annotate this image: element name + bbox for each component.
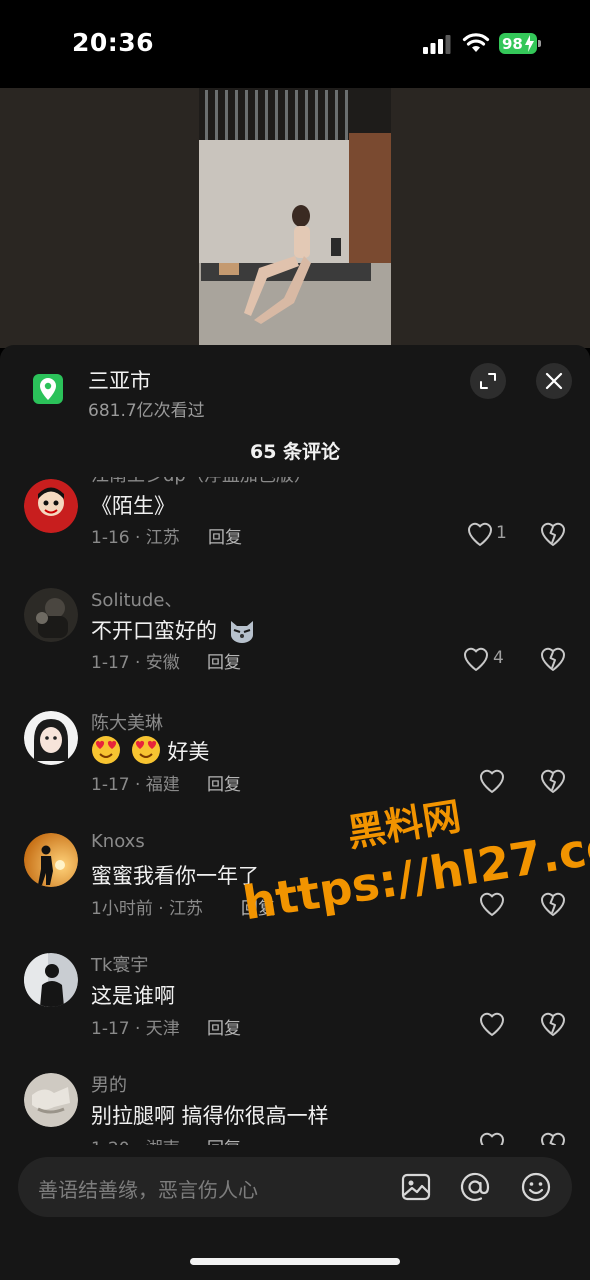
comment-item: 江南王彡dp（浮盖加色版） 《陌生》 1-16 · 江苏 回复 1: [0, 477, 590, 575]
expand-button[interactable]: [470, 363, 506, 399]
comment-item: 男的 别拉腿啊 搞得你很高一样 1-20 · 湖南 回复: [0, 1073, 590, 1145]
home-indicator: [190, 1258, 400, 1265]
comment-item: Tk寰宇 这是谁啊 1-17 · 天津 回复: [0, 953, 590, 1063]
comment-meta: 1-17 · 天津: [91, 1019, 180, 1039]
status-bar: 20:36 98: [0, 0, 590, 88]
cat-sticker-icon: [230, 621, 253, 643]
status-time: 20:36: [72, 28, 155, 57]
heart-eyes-emoji-icon: [92, 736, 120, 764]
comment-author[interactable]: 江南王彡dp（浮盖加色版）: [91, 477, 312, 487]
comment-author[interactable]: Knoxs: [91, 831, 145, 852]
like-button[interactable]: [479, 890, 539, 918]
comment-text: 《陌生》: [91, 494, 175, 518]
comment-text: 这是谁啊: [91, 984, 175, 1008]
comment-meta: 1-16 · 江苏: [91, 528, 180, 548]
avatar[interactable]: [24, 1073, 78, 1127]
avatar[interactable]: [24, 953, 78, 1007]
comment-text-content: 好美: [167, 740, 210, 764]
location-title[interactable]: 三亚市: [88, 365, 151, 395]
comment-item: 陈大美琳 好美 1-17 · 福建 回复: [0, 711, 590, 821]
avatar[interactable]: [24, 588, 78, 642]
heart-icon: [479, 892, 505, 916]
heart-icon: [479, 1012, 505, 1036]
comment-meta: 1小时前 · 江苏: [91, 899, 204, 919]
comments-count-header: 65 条评论: [249, 441, 341, 463]
like-button[interactable]: [479, 1010, 539, 1038]
comment-input[interactable]: 善语结善缘，恶言伤人心: [18, 1157, 572, 1217]
reply-button[interactable]: 回复: [241, 894, 275, 919]
reply-button[interactable]: 回复: [207, 648, 241, 673]
comment-list[interactable]: 江南王彡dp（浮盖加色版） 《陌生》 1-16 · 江苏 回复 1 Solitu…: [0, 477, 590, 1145]
like-count: 1: [496, 523, 507, 543]
comment-text: 好美: [91, 735, 209, 766]
location-pin-icon: [33, 374, 63, 404]
comment-meta: 1-20 · 湖南: [91, 1134, 180, 1145]
comment-text: 蜜蜜我看你一年了: [91, 864, 259, 888]
broken-heart-icon[interactable]: [540, 521, 566, 547]
avatar[interactable]: [24, 479, 78, 533]
comment-meta: 1-17 · 福建: [91, 775, 180, 795]
comment-panel: 三亚市 681.7亿次看过 65 条评论 江南王彡dp（浮盖加色版） 《陌生》 …: [0, 345, 590, 1280]
comment-author[interactable]: Solitude、: [91, 586, 182, 612]
broken-heart-icon[interactable]: [540, 768, 566, 794]
reply-button[interactable]: 回复: [207, 770, 241, 795]
comment-meta: 1-17 · 安徽: [91, 653, 180, 673]
wifi-icon: [462, 33, 490, 52]
comment-input-area: 善语结善缘，恶言伤人心: [0, 1145, 590, 1280]
close-button[interactable]: [536, 363, 572, 399]
heart-icon: [479, 1132, 505, 1145]
broken-heart-icon[interactable]: [540, 1011, 566, 1037]
broken-heart-icon[interactable]: [540, 646, 566, 672]
expand-icon: [480, 373, 496, 389]
like-count: 4: [493, 648, 504, 668]
image-icon[interactable]: [400, 1171, 432, 1203]
heart-icon: [463, 647, 489, 671]
comment-text-content: 不开口蛮好的: [91, 619, 217, 643]
heart-eyes-emoji-icon: [131, 736, 160, 764]
heart-icon: [479, 769, 505, 793]
comment-text: 别拉腿啊 搞得你很高一样: [91, 1104, 329, 1128]
comment-item: Solitude、 不开口蛮好的 1-17 · 安徽 回复 4: [0, 588, 590, 698]
comment-author[interactable]: Tk寰宇: [91, 951, 148, 977]
like-button[interactable]: [479, 767, 539, 795]
at-icon[interactable]: [459, 1171, 491, 1203]
comment-text: 不开口蛮好的: [91, 615, 256, 645]
broken-heart-icon[interactable]: [540, 1131, 566, 1145]
emoji-icon[interactable]: [520, 1171, 552, 1203]
location-views: 681.7亿次看过: [88, 401, 205, 421]
battery-nub: [538, 40, 541, 47]
battery-indicator: 98: [499, 33, 537, 54]
like-button[interactable]: [479, 1130, 539, 1145]
reply-button[interactable]: 回复: [207, 1134, 241, 1145]
reply-button[interactable]: 回复: [207, 1014, 241, 1039]
avatar[interactable]: [24, 833, 78, 887]
signal-icon: [423, 35, 451, 54]
reply-button[interactable]: 回复: [208, 523, 242, 548]
video-thumbnail[interactable]: [199, 88, 391, 348]
broken-heart-icon[interactable]: [540, 891, 566, 917]
comment-author[interactable]: 男的: [91, 1071, 127, 1097]
comment-author[interactable]: 陈大美琳: [91, 709, 163, 735]
avatar[interactable]: [24, 711, 78, 765]
comment-item: Knoxs 蜜蜜我看你一年了 1小时前 · 江苏 回复: [0, 831, 590, 943]
battery-level: 98: [502, 34, 523, 53]
close-icon: [545, 372, 563, 390]
heart-icon: [467, 522, 493, 546]
charging-bolt-icon: [525, 35, 534, 52]
comment-input-placeholder: 善语结善缘，恶言伤人心: [38, 1178, 258, 1202]
